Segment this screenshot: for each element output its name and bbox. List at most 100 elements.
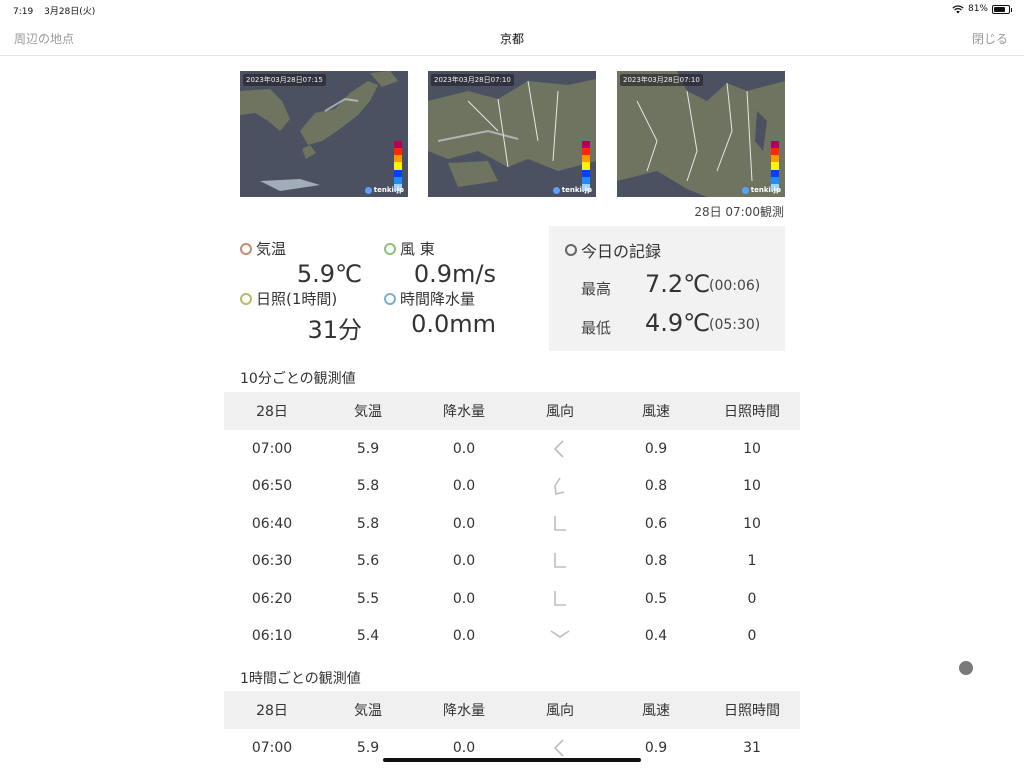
sunshine-value: 31分 xyxy=(307,316,362,344)
cell-time: 06:40 xyxy=(251,515,293,532)
cell-rain: 0.0 xyxy=(452,553,476,570)
cell-sun: 0 xyxy=(747,628,757,645)
record-low-time: (05:30) xyxy=(709,317,761,333)
cell-rain: 0.0 xyxy=(452,739,476,756)
tenki-logo-icon xyxy=(552,186,560,194)
temperature-label: 気温 xyxy=(240,238,286,259)
header-cell: 気温 xyxy=(354,404,382,420)
wind-direction-cell xyxy=(512,580,608,618)
header-cell: 気温 xyxy=(354,703,382,719)
record-high-label: 最高 xyxy=(581,280,612,298)
wind-arrow-north-icon xyxy=(554,553,566,569)
header-cell: 28日 xyxy=(256,404,288,420)
wind-arrow-south-icon xyxy=(550,630,570,639)
map-timestamp: 2023年03月28日07:10 xyxy=(620,74,703,86)
table-row: 06:20 5.5 0.0 0.5 0 xyxy=(224,580,800,618)
precipitation-value: 0.0mm xyxy=(411,310,496,338)
tenki-logo-icon xyxy=(364,186,372,194)
precip-legend xyxy=(394,141,402,191)
cell-time: 06:10 xyxy=(251,628,293,645)
status-bar: 7:19 3月28日(火) 81% xyxy=(0,0,1024,20)
radar-map-japan[interactable]: 2023年03月28日07:15 tenki.jp xyxy=(240,71,408,197)
wind-arrow-east-icon xyxy=(553,440,564,458)
ten-minute-section-title: 10分ごとの観測値 xyxy=(240,371,356,387)
cell-speed: 0.8 xyxy=(644,478,668,495)
cell-sun: 1 xyxy=(747,553,757,570)
precipitation-label: 時間降水量 xyxy=(384,288,475,309)
status-date: 3月28日(火) xyxy=(44,7,96,17)
cell-sun: 10 xyxy=(743,478,761,495)
cell-temp: 5.5 xyxy=(356,590,380,607)
cell-speed: 0.5 xyxy=(644,590,668,607)
header-cell: 風向 xyxy=(546,404,574,420)
wind-direction-cell xyxy=(512,505,608,543)
home-indicator[interactable] xyxy=(383,758,641,762)
cell-speed: 0.4 xyxy=(644,628,668,645)
tenki-logo-icon xyxy=(741,186,749,194)
wind-direction-cell xyxy=(512,543,608,581)
cell-rain: 0.0 xyxy=(452,628,476,645)
cell-rain: 0.0 xyxy=(452,440,476,457)
cell-temp: 5.6 xyxy=(356,553,380,570)
header-cell: 日照時間 xyxy=(724,703,780,719)
hourly-section-title: 1時間ごとの観測値 xyxy=(240,671,361,687)
wind-arrow-north-icon xyxy=(554,515,566,531)
close-button[interactable]: 閉じる xyxy=(972,30,1008,47)
temperature-value: 5.9℃ xyxy=(296,260,362,288)
table-row: 06:50 5.8 0.0 0.8 10 xyxy=(224,468,800,506)
header-cell: 降水量 xyxy=(443,404,485,420)
page-title: 京都 xyxy=(499,32,524,46)
cell-rain: 0.0 xyxy=(452,515,476,532)
wind-direction-cell xyxy=(512,618,608,656)
cell-time: 06:50 xyxy=(251,478,293,495)
cell-time: 06:30 xyxy=(251,553,293,570)
today-record-panel: 今日の記録 最高 7.2℃ (00:06) 最低 4.9℃ (05:30) xyxy=(549,226,785,351)
cell-temp: 5.8 xyxy=(356,478,380,495)
radar-map-kyoto[interactable]: 2023年03月28日07:10 tenki.jp xyxy=(617,71,785,197)
map-kinki-graphic xyxy=(428,71,596,197)
hourly-table: 28日 気温 降水量 風向 風速 日照時間 07:00 5.9 0.0 0.9 31 xyxy=(224,691,800,767)
record-high-value: 7.2℃ xyxy=(645,270,711,298)
wifi-icon xyxy=(952,4,964,13)
battery-icon xyxy=(992,4,1012,14)
ten-minute-table: 28日 気温 降水量 風向 風速 日照時間 07:00 5.9 0.0 0.9 10 06… xyxy=(224,392,800,655)
cell-temp: 5.9 xyxy=(356,739,380,756)
cell-temp: 5.9 xyxy=(356,440,380,457)
assistive-touch-button[interactable] xyxy=(959,661,973,675)
radar-maps: 2023年03月28日07:15 tenki.jp 2023年03月28日07:… xyxy=(240,71,785,197)
header-cell: 風速 xyxy=(642,703,670,719)
tenki-logo: tenki.jp xyxy=(552,186,592,194)
wind-arrow-northeast-icon xyxy=(554,477,565,496)
radar-map-kinki[interactable]: 2023年03月28日07:10 tenki.jp xyxy=(428,71,596,197)
table-row: 06:30 5.6 0.0 0.8 1 xyxy=(224,543,800,581)
cell-sun: 10 xyxy=(743,440,761,457)
tenki-logo: tenki.jp xyxy=(364,186,404,194)
record-low-row: 最低 4.9℃ (05:30) xyxy=(581,309,781,339)
tenki-logo: tenki.jp xyxy=(741,186,781,194)
header-cell: 降水量 xyxy=(443,703,485,719)
wind-direction-cell xyxy=(512,430,608,468)
table-row: 07:00 5.9 0.0 0.9 10 xyxy=(224,430,800,468)
cell-time: 07:00 xyxy=(251,739,293,756)
header-cell: 28日 xyxy=(256,703,288,719)
precip-legend xyxy=(771,141,779,191)
cell-speed: 0.6 xyxy=(644,515,668,532)
status-time: 7:19 xyxy=(13,7,34,17)
cell-sun: 31 xyxy=(743,739,761,756)
precipitation-ring-icon xyxy=(384,292,396,305)
record-high-row: 最高 7.2℃ (00:06) xyxy=(581,270,781,300)
cell-time: 07:00 xyxy=(251,440,293,457)
wind-direction-cell xyxy=(512,468,608,506)
header-cell: 日照時間 xyxy=(724,404,780,420)
cell-temp: 5.4 xyxy=(356,628,380,645)
table-row: 06:10 5.4 0.0 0.4 0 xyxy=(224,618,800,656)
battery-percent: 81% xyxy=(967,4,988,14)
cell-rain: 0.0 xyxy=(452,478,476,495)
cell-speed: 0.9 xyxy=(644,739,668,756)
cell-sun: 0 xyxy=(747,590,757,607)
table-row: 06:40 5.8 0.0 0.6 10 xyxy=(224,505,800,543)
wind-arrow-north-icon xyxy=(554,590,566,606)
record-low-value: 4.9℃ xyxy=(645,309,711,337)
record-high-time: (00:06) xyxy=(709,278,761,294)
sunshine-ring-icon xyxy=(240,292,252,305)
